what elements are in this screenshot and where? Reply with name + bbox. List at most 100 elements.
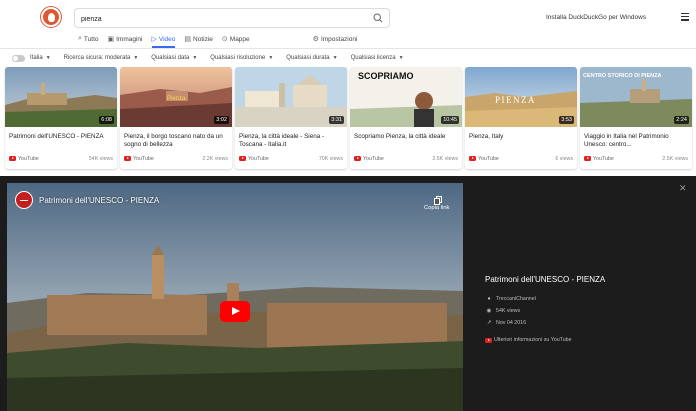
copy-link-icon[interactable] [434,192,442,205]
chevron-down-icon: ▼ [332,55,338,61]
copy-link-button[interactable]: Copia link [424,205,449,211]
video-thumbnail[interactable]: PIENZA 3:53 [465,67,577,127]
filter-label: Ricerca sicura: moderata [63,55,131,61]
video-title[interactable]: Patrimoni dell'UNESCO - PIENZA [9,133,113,141]
info-video-title: Patrimoni dell'UNESCO - PIENZA [485,275,606,284]
video-thumbnail[interactable]: Pienza 3:02 [120,67,232,127]
filter-label: Italia [30,55,43,61]
video-player-panel: ✕ Patrimoni dell'UNESCO - PIENZA Copia l… [0,176,696,411]
tab-label: Tutto [83,35,99,43]
tab-mappe[interactable]: ⊙ Mappe [222,33,250,45]
player-video-title[interactable]: Patrimoni dell'UNESCO - PIENZA [39,196,159,205]
video-card[interactable]: 3:31 Pienza, la città ideale - Siena - T… [235,67,347,169]
views-row: ◉ 54K views [485,305,685,317]
video-meta: YouTube 2.2K views [124,156,228,164]
video-title[interactable]: Pienza, il borgo toscano nato da un sogn… [124,133,228,149]
video-duration: 3:53 [559,116,574,124]
date-filter[interactable]: Qualsiasi data ▼ [151,55,197,61]
filter-bar: Italia ▼ Ricerca sicura: moderata ▼ Qualsi… [0,50,696,66]
youtube-icon [239,156,246,162]
tab-label: Impostazioni [320,35,358,43]
video-source: YouTube [133,156,154,162]
video-info: Patrimoni dell'UNESCO - PIENZA ● Treccan… [485,275,685,343]
tab-immagini[interactable]: ▣ Immagini [108,33,143,45]
video-title[interactable]: Viaggio in Italia nel Patrimonio Unesco:… [584,133,688,149]
search-input[interactable] [81,12,361,26]
install-windows-link[interactable]: Installa DuckDuckGo per Windows [546,14,646,21]
duckduckgo-logo[interactable] [41,7,61,27]
video-meta: YouTube 54K views [9,156,113,164]
youtube-icon [584,156,591,162]
close-icon[interactable]: ✕ [679,184,688,193]
video-title[interactable]: Pienza, la città ideale - Siena - Toscan… [239,133,343,149]
user-icon: ● [487,296,491,302]
views-count: 54K views [496,308,521,314]
video-player[interactable]: Patrimoni dell'UNESCO - PIENZA Copia lin… [7,183,463,411]
channel-row: ● TreccaniChannel [485,293,685,305]
channel-name: TreccaniChannel [496,296,536,302]
video-views: 6 views [555,156,573,162]
chevron-down-icon: ▼ [398,55,404,61]
youtube-icon [469,156,476,162]
video-source: YouTube [363,156,384,162]
settings-icon: ⚙ [312,36,319,43]
video-card[interactable]: PIENZA 3:53 Pienza, Italy YouTube 6 view… [465,67,577,169]
video-views: 70K views [318,156,343,162]
youtube-icon [354,156,361,162]
video-views: 2.2K views [202,156,228,162]
header-divider [0,48,696,49]
news-icon: ▤ [184,36,192,43]
video-source: YouTube [593,156,614,162]
play-button[interactable] [220,301,250,322]
video-card[interactable]: 6:08 Patrimoni dell'UNESCO - PIENZA YouT… [5,67,117,169]
duration-filter[interactable]: Qualsiasi durata ▼ [286,55,337,61]
search-icon[interactable] [373,13,383,23]
video-source: YouTube [248,156,269,162]
tab-label: Notizie [193,35,213,43]
eye-icon: ◉ [486,308,492,314]
chevron-down-icon: ▼ [45,55,51,61]
date-row: ↗ Nov 04 2016 [485,317,685,329]
video-thumbnail[interactable]: CENTRO STORICO DI PIENZA 2:24 [580,67,692,127]
map-pin-icon: ⊙ [221,36,228,43]
upload-date-icon: ↗ [486,320,492,326]
video-meta: YouTube 6 views [469,156,573,164]
tab-tutto[interactable]: ⌕ Tutto [78,33,99,45]
chevron-down-icon: ▼ [268,55,274,61]
safe-search-filter[interactable]: Ricerca sicura: moderata ▼ [64,55,139,61]
video-views: 54K views [88,156,113,162]
tab-notizie[interactable]: ▤ Notizie [184,33,213,45]
video-card[interactable]: Pienza 3:02 Pienza, il borgo toscano nat… [120,67,232,169]
youtube-more-info-link[interactable]: Ulteriori informazioni su YouTube [485,337,685,343]
image-icon: ▣ [107,36,115,43]
youtube-icon [124,156,131,162]
youtube-icon [485,337,492,343]
video-card[interactable]: SCOPRIAMO 10:45 Scopriamo Pienza, la cit… [350,67,462,169]
thumbnail-overlay-text: PIENZA [495,95,536,105]
video-title[interactable]: Pienza, Italy [469,133,573,141]
video-thumbnail[interactable]: 6:08 [5,67,117,127]
video-title[interactable]: Scopriamo Pienza, la città ideale [354,133,458,141]
filter-label: Qualsiasi licenza [350,55,396,61]
search-box[interactable] [74,8,390,28]
channel-avatar[interactable] [15,191,33,209]
video-duration: 6:08 [99,116,114,124]
resolution-filter[interactable]: Qualsiasi risoluzione ▼ [210,55,273,61]
tab-video[interactable]: ▷ Video [151,33,175,48]
region-toggle[interactable] [12,54,25,62]
thumbnail-overlay-text: SCOPRIAMO [358,71,414,81]
video-views: 2.5K views [432,156,458,162]
chevron-down-icon: ▼ [133,55,139,61]
filter-label: Qualsiasi durata [286,55,330,61]
license-filter[interactable]: Qualsiasi licenza ▼ [351,55,404,61]
video-card[interactable]: CENTRO STORICO DI PIENZA 2:24 Viaggio in… [580,67,692,169]
filter-label: Qualsiasi data [151,55,190,61]
video-meta: YouTube 2.5K views [354,156,458,164]
video-thumbnail[interactable]: SCOPRIAMO 10:45 [350,67,462,127]
video-thumbnail[interactable]: 3:31 [235,67,347,127]
region-filter[interactable]: Italia ▼ [30,55,51,61]
hamburger-menu-icon[interactable] [681,13,689,21]
thumbnail-overlay-text: Pienza [167,96,186,102]
tab-impostazioni[interactable]: ⚙ Impostazioni [313,33,358,45]
filter-label: Qualsiasi risoluzione [210,55,266,61]
